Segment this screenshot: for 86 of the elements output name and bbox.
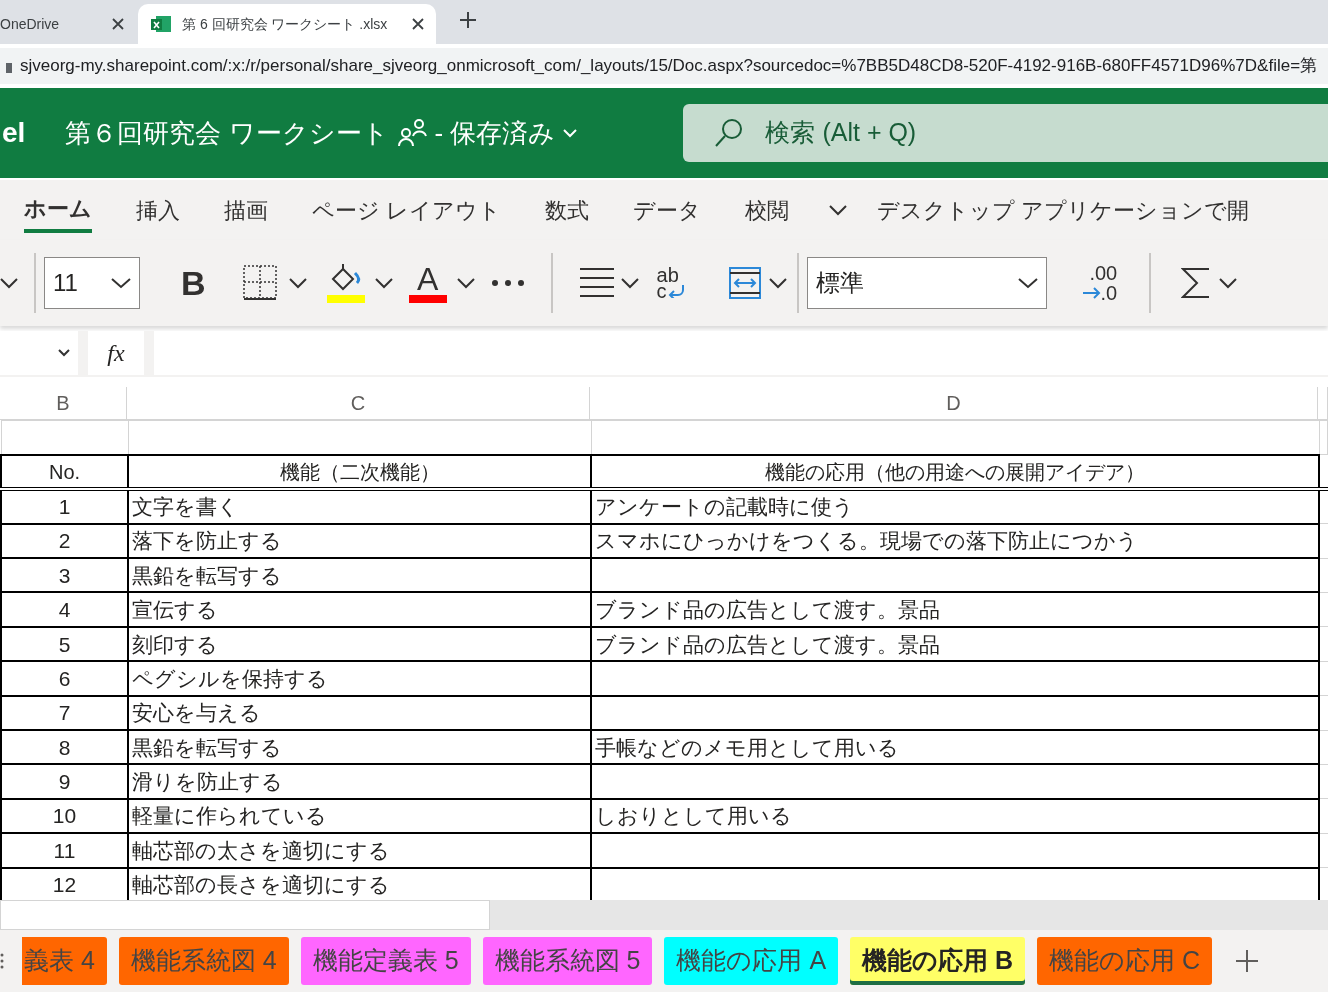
borders-icon[interactable]	[242, 265, 277, 301]
people-icon[interactable]	[396, 118, 429, 148]
chevron-down-icon[interactable]	[620, 277, 639, 289]
search-icon	[715, 118, 744, 148]
table-cell[interactable]: ブランド品の広告として渡す。景品	[591, 592, 1319, 627]
number-cell[interactable]: 4	[1, 592, 128, 627]
table-cell[interactable]: 刻印する	[128, 626, 591, 662]
close-icon[interactable]	[412, 18, 424, 30]
sum-icon[interactable]	[1181, 266, 1212, 300]
search-field[interactable]: 検索 (Alt + Q)	[683, 104, 1328, 162]
number-cell[interactable]: 5	[1, 626, 128, 662]
arrow-right-icon	[1082, 287, 1101, 299]
ribbon-tab[interactable]: ページ レイアウト	[312, 189, 502, 231]
fill-color-icon[interactable]	[326, 263, 365, 303]
number-cell[interactable]: 2	[1, 523, 128, 559]
sheet-tab[interactable]: 機能系統図 5	[482, 937, 653, 985]
save-status[interactable]: - 保存済み	[434, 113, 556, 153]
document-title[interactable]: 第６回研究会 ワークシート	[65, 113, 389, 153]
chevron-down-icon[interactable]	[374, 277, 393, 289]
number-cell[interactable]: 11	[1, 833, 128, 868]
number-format-dropdown[interactable]: 標準	[806, 257, 1047, 309]
number-cell[interactable]: 7	[1, 695, 128, 730]
spreadsheet-icon	[150, 15, 172, 33]
browser-tab[interactable]: 第 6 回研究会 ワークシート .xlsx	[138, 4, 436, 44]
table-cell[interactable]: 滑りを防止する	[128, 764, 591, 799]
chevron-down-icon[interactable]	[829, 204, 848, 216]
number-cell[interactable]: 10	[1, 798, 128, 834]
chevron-down-icon[interactable]	[0, 277, 18, 289]
chevron-down-icon	[58, 349, 70, 357]
table-cell[interactable]: スマホにひっかけをつくる。現場での落下防止につかう	[591, 523, 1319, 559]
return-arrow-icon	[666, 284, 685, 298]
merge-cells-icon[interactable]	[728, 267, 761, 299]
chevron-down-icon[interactable]	[456, 277, 475, 289]
number-cell[interactable]: 3	[1, 558, 128, 593]
table-cell[interactable]: ブランド品の広告として渡す。景品	[591, 626, 1319, 662]
chevron-down-icon	[111, 277, 131, 289]
align-left-icon[interactable]	[578, 267, 615, 299]
chevron-down-icon	[1017, 277, 1038, 289]
table-cell[interactable]: 黒鉛を転写する	[128, 730, 591, 765]
table-cell[interactable]: 黒鉛を転写する	[128, 558, 591, 593]
header-cell[interactable]: 機能（二次機能）	[128, 454, 591, 490]
table-cell[interactable]: 軽量に作られている	[128, 798, 591, 834]
add-sheet-icon[interactable]	[1236, 950, 1259, 972]
chevron-down-icon[interactable]	[1219, 277, 1238, 289]
table-cell[interactable]: 軸芯部の太さを適切にする	[128, 833, 591, 868]
column-header[interactable]: D	[590, 387, 1318, 419]
close-icon[interactable]	[112, 18, 124, 30]
app-logo[interactable]: el	[2, 112, 26, 154]
sheet-tab[interactable]: 機能の応用 A	[664, 937, 839, 985]
wrap-text-button[interactable]: ab c	[656, 267, 691, 299]
table-cell[interactable]: 落下を防止する	[128, 523, 591, 559]
sheet-tab[interactable]: 機能の応用 B	[850, 937, 1026, 985]
number-cell[interactable]: 8	[1, 730, 128, 765]
column-header[interactable]: C	[127, 387, 590, 419]
ribbon-tab[interactable]: 数式	[545, 189, 590, 231]
ribbon-tab[interactable]: 描画	[224, 189, 268, 231]
column-header[interactable]: B	[0, 387, 127, 419]
chevron-down-icon[interactable]	[768, 277, 787, 289]
table-cell[interactable]: 手帳などのメモ用として用いる	[591, 730, 1319, 765]
table-cell[interactable]: しおりとして用いる	[591, 798, 1319, 834]
number-cell[interactable]: 6	[1, 661, 128, 696]
browser-tab[interactable]: OneDrive	[0, 4, 136, 44]
function-button[interactable]: fx	[88, 331, 144, 375]
number-cell[interactable]: 1	[1, 489, 128, 524]
number-cell[interactable]: 9	[1, 764, 128, 799]
ribbon-tab[interactable]: 校閲	[745, 189, 790, 231]
ribbon-tab[interactable]: ホーム	[24, 187, 92, 233]
decrease-decimal-button[interactable]: .00 .0	[1082, 263, 1118, 303]
open-in-desktop-link[interactable]: デスクトップ アプリケーションで開	[877, 193, 1250, 227]
table-cell[interactable]: ペグシルを保持する	[128, 661, 591, 696]
header-cell[interactable]: No.	[1, 454, 128, 490]
ribbon-tab[interactable]: データ	[633, 189, 702, 231]
sheet-tab[interactable]: 機能定義表 5	[300, 937, 471, 985]
new-tab-icon[interactable]	[460, 12, 476, 28]
font-size-dropdown[interactable]: 11	[44, 257, 140, 309]
bold-button[interactable]: B	[180, 256, 207, 310]
table-cell[interactable]: アンケートの記載時に使う	[591, 489, 1319, 524]
table-cell[interactable]: 安心を与える	[128, 695, 591, 730]
chevron-down-icon[interactable]	[288, 277, 307, 289]
tab-menu-icon[interactable]	[0, 951, 4, 971]
ribbon-tab[interactable]: 挿入	[136, 189, 180, 231]
more-icon[interactable]	[490, 279, 525, 287]
table-cell[interactable]: 文字を書く	[128, 489, 591, 524]
table-cell[interactable]: 宣伝する	[128, 592, 591, 627]
header-cell[interactable]: 機能の応用（他の用途への展開アイデア）	[591, 454, 1319, 490]
font-color-button[interactable]: A	[408, 263, 447, 303]
